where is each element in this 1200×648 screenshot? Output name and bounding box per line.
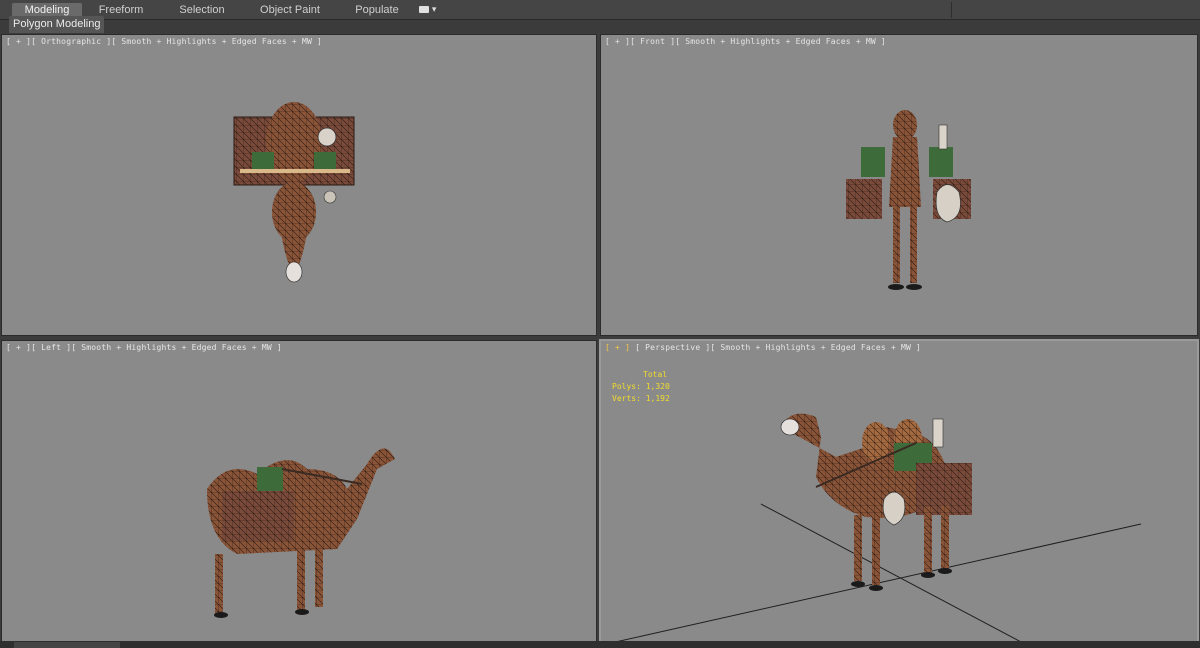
ribbon-divider [951, 2, 952, 18]
tab-selection[interactable]: Selection [172, 3, 232, 18]
camel-model-front-view [846, 110, 971, 290]
camel-model-perspective-view [780, 413, 972, 591]
camel-model-top-view [233, 102, 355, 283]
ribbon-tab-bar: Modeling Freeform Selection Object Paint… [0, 0, 1200, 20]
status-field[interactable] [14, 642, 120, 648]
polygon-modeling-panel-tab[interactable]: Polygon Modeling [9, 16, 105, 33]
3ds-max-window: Modeling Freeform Selection Object Paint… [0, 0, 1200, 648]
camel-model-left-view [207, 448, 395, 618]
tab-object-paint[interactable]: Object Paint [254, 3, 326, 18]
status-bar [0, 641, 1200, 648]
viewport-label-left[interactable]: [ + ][ Left ][ Smooth + Highlights + Edg… [6, 343, 282, 352]
tab-populate[interactable]: Populate [348, 3, 406, 18]
viewport-label-orthographic[interactable]: [ + ][ Orthographic ][ Smooth + Highligh… [6, 37, 322, 46]
viewport-front[interactable]: [ + ][ Front ][ Smooth + Highlights + Ed… [600, 34, 1198, 336]
viewport-orthographic[interactable]: [ + ][ Orthographic ][ Smooth + Highligh… [1, 34, 597, 336]
viewport-label-front[interactable]: [ + ][ Front ][ Smooth + Highlights + Ed… [605, 37, 886, 46]
viewport-perspective[interactable]: [ + ] [ Perspective ][ Smooth + Highligh… [599, 339, 1199, 643]
ribbon-panel-bar [0, 20, 1200, 33]
ribbon-options-icon[interactable]: ▾ [419, 4, 441, 16]
viewport-left[interactable]: [ + ][ Left ][ Smooth + Highlights + Edg… [1, 340, 597, 642]
